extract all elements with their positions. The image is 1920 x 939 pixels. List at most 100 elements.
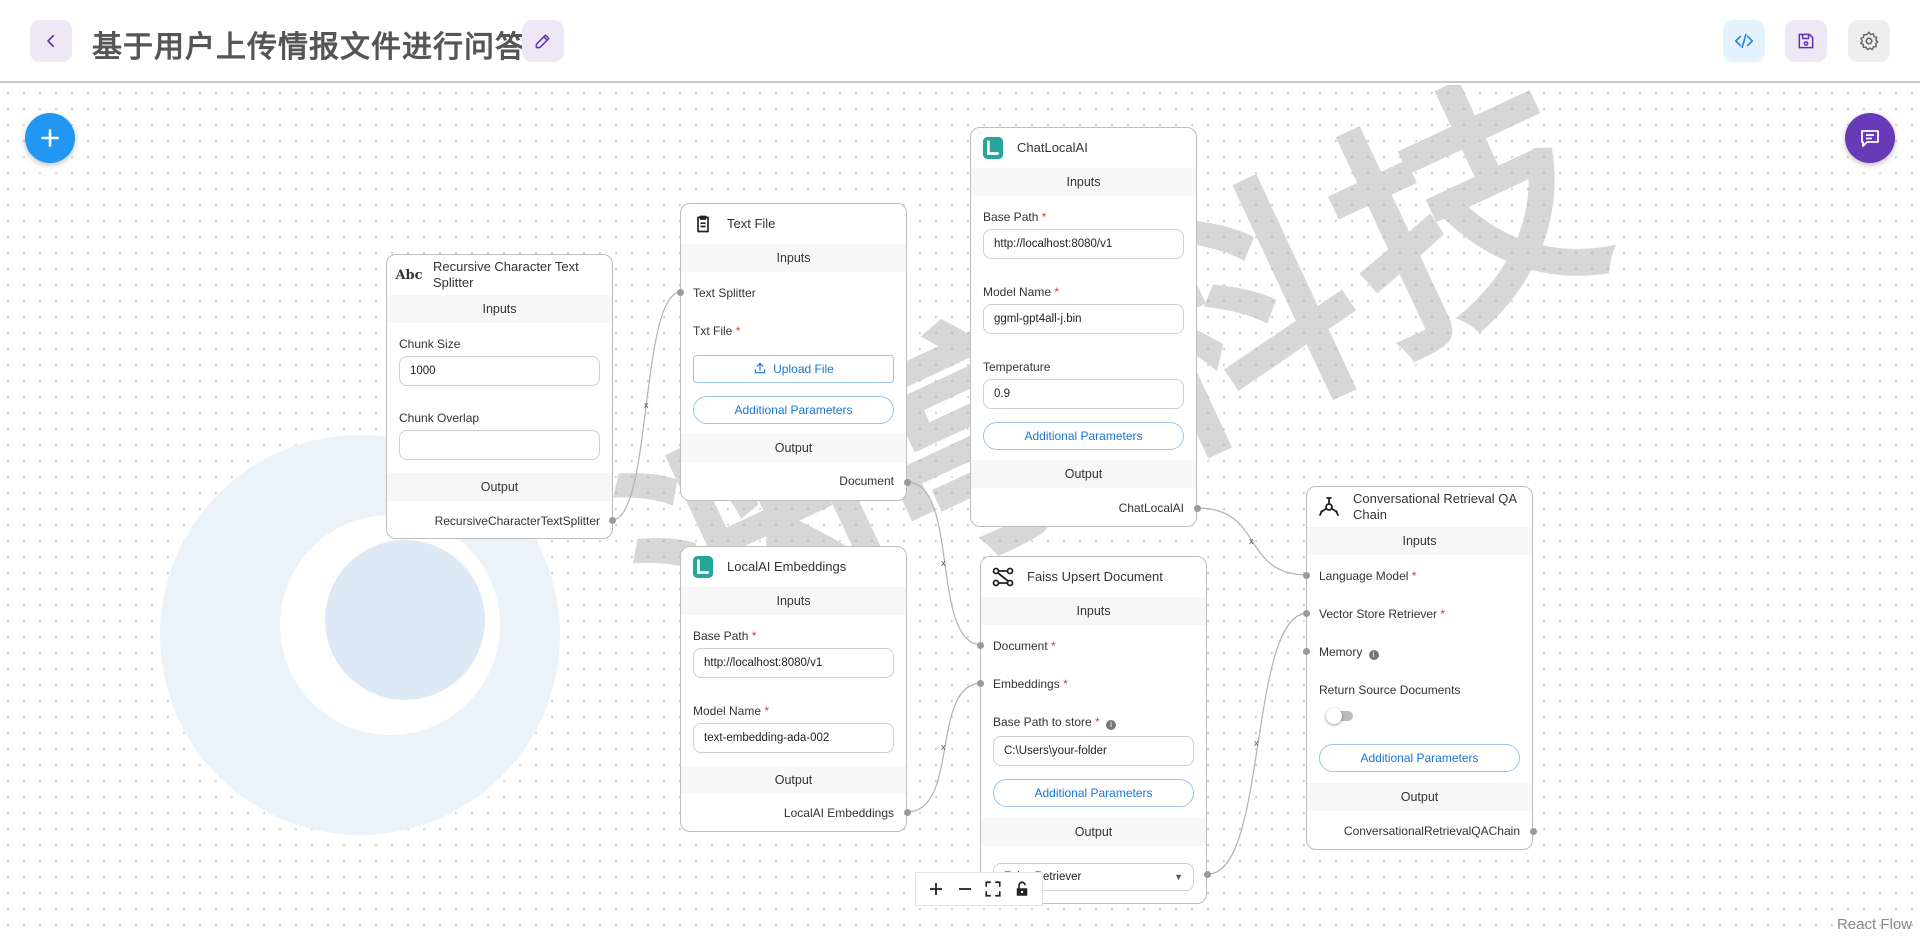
abc-text-icon: Abc [395, 267, 423, 283]
return-source-toggle[interactable] [1326, 708, 1353, 724]
required-mark: * [1440, 607, 1446, 621]
back-button[interactable] [30, 20, 72, 62]
flow-canvas[interactable]: 渊亭科技 [0, 85, 1920, 939]
output-label: Document [839, 474, 894, 488]
code-icon [1734, 33, 1754, 49]
localai-logo-icon [982, 137, 1004, 159]
node-title: ChatLocalAI [1017, 140, 1088, 155]
edit-title-button[interactable] [522, 20, 564, 62]
handle-textfile-input[interactable] [677, 289, 684, 296]
chunk-overlap-label: Chunk Overlap [399, 411, 480, 425]
handle-qa-language-model[interactable] [1303, 572, 1310, 579]
app-root: 基于用户上传情报文件进行问答 渊亭科技 [0, 0, 1920, 939]
inputs-header: Inputs [981, 597, 1206, 625]
save-button[interactable] [1785, 20, 1827, 62]
temperature-label: Temperature [983, 360, 1051, 374]
chunk-size-input[interactable]: 1000 [399, 356, 600, 386]
handle-faiss-output[interactable] [1204, 871, 1211, 878]
handle-textfile-output[interactable] [904, 479, 911, 486]
return-source-label: Return Source Documents [1319, 683, 1461, 697]
chevron-left-icon [47, 34, 55, 48]
upload-file-button[interactable]: Upload File [693, 355, 894, 383]
info-icon[interactable]: i [1368, 650, 1379, 660]
required-mark: * [735, 324, 741, 338]
output-label: LocalAI Embeddings [783, 806, 894, 820]
inputs-header: Inputs [681, 587, 906, 615]
add-node-button[interactable] [25, 113, 75, 163]
output-header: Output [681, 434, 906, 462]
additional-parameters-button[interactable]: Additional Parameters [1319, 744, 1520, 772]
handle-qa-output[interactable] [1530, 828, 1537, 835]
output-header: Output [387, 473, 612, 501]
pencil-icon [535, 34, 550, 49]
clipboard-icon [697, 215, 709, 233]
inputs-header: Inputs [971, 168, 1196, 196]
lock-icon[interactable] [1013, 880, 1031, 898]
zoom-in-icon[interactable] [927, 880, 945, 898]
model-name-input[interactable]: text-embedding-ada-002 [693, 723, 894, 753]
view-code-button[interactable] [1723, 20, 1765, 62]
additional-parameters-button[interactable]: Additional Parameters [993, 779, 1194, 807]
output-label: ConversationalRetrievalQAChain [1343, 824, 1520, 838]
base-path-store-input[interactable]: C:\Users\your-folder [993, 736, 1194, 766]
node-title: LocalAI Embeddings [727, 559, 847, 574]
chat-button[interactable] [1845, 113, 1895, 163]
inputs-header: Inputs [1307, 527, 1532, 555]
gear-icon [1860, 31, 1879, 51]
model-name-input[interactable]: ggml-gpt4all-j.bin [983, 304, 1184, 334]
chain-nodes-icon [1319, 497, 1339, 516]
temperature-input[interactable]: 0.9 [983, 379, 1184, 409]
node-faiss-upsert[interactable]: Faiss Upsert Document Inputs Document * … [980, 556, 1207, 904]
node-title: Recursive Character Text Splitter [433, 259, 579, 290]
base-path-label: Base Path [983, 210, 1039, 224]
chevron-down-icon: ▼ [1174, 872, 1183, 882]
base-path-input[interactable]: http://localhost:8080/v1 [983, 229, 1184, 259]
node-text-file[interactable]: Text File Inputs Text Splitter Txt File … [680, 203, 907, 501]
output-header: Output [681, 766, 906, 794]
react-flow-attribution[interactable]: React Flow [1837, 916, 1912, 933]
chat-icon [1861, 130, 1879, 147]
handle-faiss-document[interactable] [977, 642, 984, 649]
page-title: 基于用户上传情报文件进行问答 [92, 31, 526, 64]
chunk-overlap-input[interactable] [399, 430, 600, 460]
txt-file-label: Txt File [693, 324, 733, 338]
settings-button[interactable] [1848, 20, 1890, 62]
node-chatlocalai[interactable]: ChatLocalAI Inputs Base Path * http://lo… [970, 127, 1197, 527]
additional-parameters-button[interactable]: Additional Parameters [983, 422, 1184, 450]
inputs-header: Inputs [681, 244, 906, 272]
text-splitter-label: Text Splitter [693, 286, 756, 300]
required-mark: * [1054, 285, 1060, 299]
required-mark: * [1041, 210, 1047, 224]
base-path-input[interactable]: http://localhost:8080/v1 [693, 648, 894, 678]
required-mark: * [764, 704, 770, 718]
flow-controls [915, 872, 1043, 906]
output-header: Output [1307, 783, 1532, 811]
zoom-out-icon[interactable] [956, 880, 974, 898]
fit-view-icon[interactable] [984, 880, 1002, 898]
handle-qa-memory[interactable] [1303, 648, 1310, 655]
upload-file-label: Upload File [773, 362, 834, 376]
header-bar: 基于用户上传情报文件进行问答 [0, 0, 1920, 83]
save-icon [1798, 33, 1814, 49]
model-name-label: Model Name [693, 704, 762, 718]
required-mark: * [1051, 639, 1056, 653]
node-recursive-text-splitter[interactable]: Abc Recursive Character Text Splitter In… [386, 254, 613, 539]
additional-parameters-button[interactable]: Additional Parameters [693, 396, 894, 424]
handle-chatlocal-output[interactable] [1194, 505, 1201, 512]
node-title: Text File [727, 216, 776, 231]
handle-qa-vector-store[interactable] [1303, 610, 1310, 617]
document-label: Document [993, 639, 1048, 653]
node-conversational-qa-chain[interactable]: Conversational Retrieval QA Chain Inputs… [1306, 486, 1533, 850]
required-mark: * [1063, 677, 1068, 691]
memory-label: Memory [1319, 645, 1363, 659]
required-mark: * [1411, 569, 1417, 583]
node-localai-embeddings[interactable]: LocalAI Embeddings Inputs Base Path * ht… [680, 546, 907, 832]
plus-icon [41, 129, 59, 147]
required-mark: * [751, 629, 757, 643]
handle-embeddings-output[interactable] [904, 809, 911, 816]
handle-faiss-embeddings[interactable] [977, 680, 984, 687]
info-icon[interactable]: i [1106, 720, 1117, 730]
output-header: Output [971, 460, 1196, 488]
embeddings-label: Embeddings [993, 677, 1060, 691]
handle-splitter-output[interactable] [609, 517, 616, 524]
